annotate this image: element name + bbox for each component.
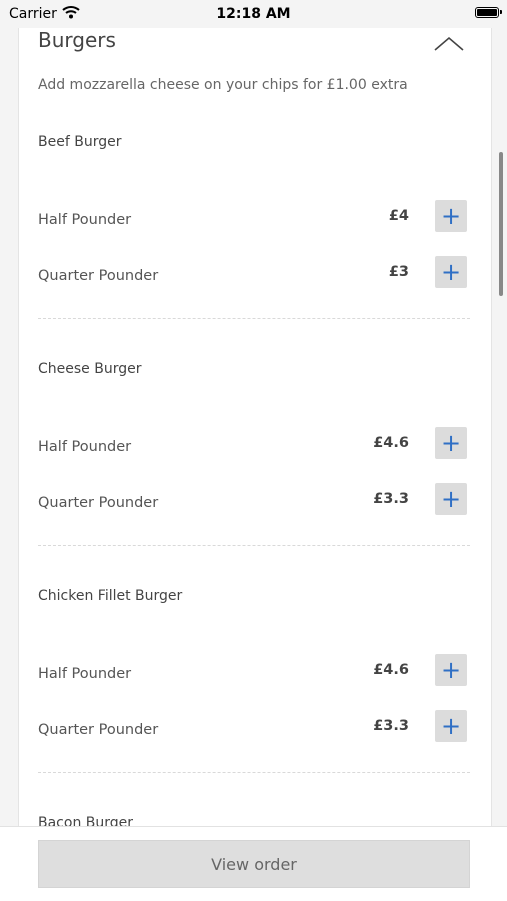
plus-icon: +	[440, 258, 462, 286]
section-subtitle: Add mozzarella cheese on your chips for …	[38, 77, 408, 93]
add-item-button[interactable]: +	[435, 200, 467, 232]
group-title-beef-burger: Beef Burger	[38, 134, 122, 150]
menu-section-card: Burgers Add mozzarella cheese on your ch…	[18, 0, 492, 826]
item-price: £3.3	[373, 491, 409, 507]
status-bar: Carrier 12:18 AM	[0, 0, 507, 28]
divider	[38, 318, 470, 319]
footer-bar: View order	[0, 826, 507, 901]
add-item-button[interactable]: +	[435, 483, 467, 515]
item-price: £4.6	[373, 435, 409, 451]
item-label: Quarter Pounder	[38, 495, 159, 511]
battery-icon	[475, 7, 502, 18]
clock: 12:18 AM	[216, 6, 291, 22]
item-label: Half Pounder	[38, 439, 132, 455]
group-title-cheese-burger: Cheese Burger	[38, 361, 142, 377]
scrollbar[interactable]	[499, 152, 503, 296]
item-label: Half Pounder	[38, 666, 132, 682]
plus-icon: +	[440, 485, 462, 513]
add-item-button[interactable]: +	[435, 654, 467, 686]
item-price: £3	[388, 264, 409, 280]
divider	[38, 772, 470, 773]
group-title-bacon-burger: Bacon Burger	[38, 815, 134, 826]
add-item-button[interactable]: +	[435, 427, 467, 459]
item-label: Half Pounder	[38, 212, 132, 228]
plus-icon: +	[440, 712, 462, 740]
add-item-button[interactable]: +	[435, 710, 467, 742]
divider	[38, 545, 470, 546]
view-order-button[interactable]: View order	[38, 840, 470, 888]
plus-icon: +	[440, 202, 462, 230]
item-price: £4.6	[373, 662, 409, 678]
group-title-chicken-fillet-burger: Chicken Fillet Burger	[38, 588, 183, 604]
item-label: Quarter Pounder	[38, 722, 159, 738]
item-label: Quarter Pounder	[38, 268, 159, 284]
section-title: Burgers	[38, 28, 116, 52]
plus-icon: +	[440, 429, 462, 457]
item-price: £4	[388, 208, 409, 224]
chevron-up-icon[interactable]	[429, 30, 469, 54]
item-price: £3.3	[373, 718, 409, 734]
plus-icon: +	[440, 656, 462, 684]
add-item-button[interactable]: +	[435, 256, 467, 288]
